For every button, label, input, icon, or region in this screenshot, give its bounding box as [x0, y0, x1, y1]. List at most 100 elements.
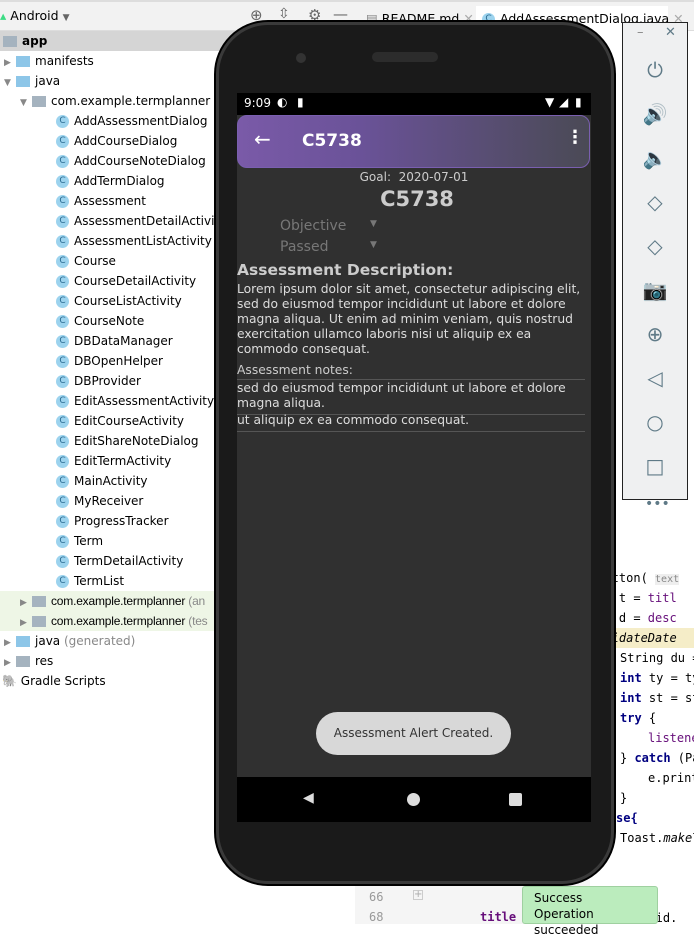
- code-text: e.print: [648, 771, 694, 785]
- android-icon: ▴: [0, 8, 7, 23]
- expand-arrow-icon[interactable]: ▶: [20, 612, 32, 632]
- tree-label: EditAssessmentActivity: [74, 394, 215, 408]
- tree-item-class[interactable]: C Assessment: [0, 191, 237, 211]
- front-camera-icon: [296, 53, 306, 63]
- tree-item-class[interactable]: C AddAssessmentDialog: [0, 111, 237, 131]
- code-text: {: [641, 711, 657, 725]
- volume-up-button[interactable]: 🔊: [623, 97, 687, 131]
- tree-item-class[interactable]: C Course: [0, 251, 237, 271]
- signal-icon: ◢: [559, 95, 569, 109]
- tree-item-class[interactable]: C TermList: [0, 571, 237, 591]
- tree-label: java: [35, 74, 61, 88]
- balloon-message: Operation succeeded: [534, 907, 599, 937]
- class-icon: C: [56, 335, 69, 348]
- tree-item-class[interactable]: C CourseListActivity: [0, 291, 237, 311]
- tree-item-class[interactable]: C EditTermActivity: [0, 451, 237, 471]
- tree-item-class[interactable]: C ProgressTracker: [0, 511, 237, 531]
- class-icon: C: [56, 435, 69, 448]
- back-button[interactable]: ◁: [623, 361, 687, 395]
- expand-arrow-icon[interactable]: ▶: [4, 53, 16, 73]
- tree-item-class[interactable]: C MainActivity: [0, 471, 237, 491]
- code-text: }: [620, 791, 628, 805]
- close-icon[interactable]: ✕: [665, 25, 676, 40]
- tree-item-package-test[interactable]: ▶ com.example.termplanner (tes: [0, 611, 237, 631]
- expand-arrow-icon[interactable]: ▶: [4, 653, 16, 673]
- tree-item-gradle[interactable]: 🐘 Gradle Scripts: [0, 671, 237, 691]
- class-icon: C: [56, 175, 69, 188]
- balloon-title: Success: [534, 891, 583, 905]
- code-keyword: try: [620, 711, 642, 725]
- tree-item-class[interactable]: C EditCourseActivity: [0, 411, 237, 431]
- class-icon: C: [56, 275, 69, 288]
- tree-item-class[interactable]: C AddTermDialog: [0, 171, 237, 191]
- tree-item-java-generated[interactable]: ▶ java (generated): [0, 631, 237, 651]
- home-icon: ○: [646, 410, 664, 434]
- tree-item-class[interactable]: C CourseDetailActivity: [0, 271, 237, 291]
- tree-item-class[interactable]: C MyReceiver: [0, 491, 237, 511]
- tree-item-java[interactable]: ▼ java: [0, 71, 237, 91]
- back-arrow-icon[interactable]: ←: [254, 127, 271, 151]
- hide-icon[interactable]: —: [333, 5, 348, 23]
- code-text: Toast.: [620, 831, 664, 845]
- code-text: ty = ty: [641, 671, 694, 685]
- collapse-arrow-icon[interactable]: ▼: [20, 93, 32, 113]
- tree-item-class[interactable]: C TermDetailActivity: [0, 551, 237, 571]
- fold-icon[interactable]: +: [413, 890, 423, 900]
- tree-item-class[interactable]: C Term: [0, 531, 237, 551]
- minimize-icon[interactable]: –: [637, 25, 644, 40]
- tree-item-class[interactable]: C AddCourseDialog: [0, 131, 237, 151]
- class-icon: C: [56, 315, 69, 328]
- tree-item-res[interactable]: ▶ res: [0, 651, 237, 671]
- tree-label: EditCourseActivity: [74, 414, 185, 428]
- tree-item-class[interactable]: C AddCourseNoteDialog: [0, 151, 237, 171]
- zoom-button[interactable]: ⊕: [623, 317, 687, 351]
- tree-item-class[interactable]: C EditAssessmentActivity: [0, 391, 237, 411]
- tree-item-class[interactable]: C AssessmentListActivity: [0, 231, 237, 251]
- class-icon: C: [56, 415, 69, 428]
- expand-arrow-icon[interactable]: ▶: [20, 592, 32, 612]
- nav-back-icon[interactable]: ◀: [303, 790, 314, 806]
- nav-overview-icon[interactable]: [509, 793, 522, 806]
- note-item[interactable]: ut aliquip ex ea commodo consequat.: [237, 413, 585, 432]
- notification-balloon[interactable]: Success Operation succeeded: [522, 886, 658, 937]
- collapse-icon[interactable]: ⇳: [278, 6, 290, 22]
- view-selector[interactable]: ▴ Android ▼: [0, 8, 70, 23]
- tree-label: AddCourseNoteDialog: [74, 154, 206, 168]
- tree-item-class[interactable]: C EditShareNoteDialog: [0, 431, 237, 451]
- tree-item-manifests[interactable]: ▶ manifests: [0, 51, 237, 71]
- tree-item-package-androidtest[interactable]: ▶ com.example.termplanner (an: [0, 591, 237, 611]
- package-icon: [32, 596, 46, 608]
- tree-item-class[interactable]: C DBProvider: [0, 371, 237, 391]
- tree-item-class[interactable]: C CourseNote: [0, 311, 237, 331]
- tree-item-class[interactable]: C DBOpenHelper: [0, 351, 237, 371]
- description-label: Assessment Description:: [237, 261, 454, 279]
- home-button[interactable]: ○: [623, 405, 687, 439]
- collapse-arrow-icon[interactable]: ▼: [4, 73, 16, 93]
- rotate-right-button[interactable]: ◇: [623, 229, 687, 263]
- overflow-menu-icon[interactable]: ⋮: [566, 127, 584, 148]
- generated-folder-icon: [16, 636, 30, 647]
- screenshot-button[interactable]: 📷: [623, 273, 687, 307]
- tree-item-class[interactable]: C AssessmentDetailActivity: [0, 211, 237, 231]
- tree-item-class[interactable]: C DBDataManager: [0, 331, 237, 351]
- volume-down-button[interactable]: 🔈: [623, 141, 687, 175]
- chevron-down-icon: ▼: [62, 13, 70, 23]
- more-icon[interactable]: •••: [645, 497, 670, 511]
- type-spinner[interactable]: Objective ▼: [280, 218, 385, 234]
- locate-icon[interactable]: ⊕: [250, 6, 263, 24]
- status-spinner[interactable]: Passed ▼: [280, 239, 385, 255]
- power-button[interactable]: ⏻: [623, 53, 687, 87]
- rotate-left-button[interactable]: ◇: [623, 185, 687, 219]
- nav-home-icon[interactable]: [407, 793, 420, 806]
- tree-item-app[interactable]: app: [0, 31, 237, 51]
- goal-label: Goal:: [359, 170, 391, 184]
- overview-button[interactable]: □: [623, 449, 687, 483]
- volume-down-icon: 🔈: [642, 146, 668, 170]
- note-item[interactable]: sed do eiusmod tempor incididunt ut labo…: [237, 379, 585, 415]
- rotate-right-icon: ◇: [647, 234, 663, 258]
- tree-label: Course: [74, 254, 116, 268]
- class-icon: C: [56, 155, 69, 168]
- app-bar: ← C5738 ⋮: [237, 115, 590, 168]
- tree-item-package[interactable]: ▼ com.example.termplanner: [0, 91, 237, 111]
- expand-arrow-icon[interactable]: ▶: [4, 633, 16, 653]
